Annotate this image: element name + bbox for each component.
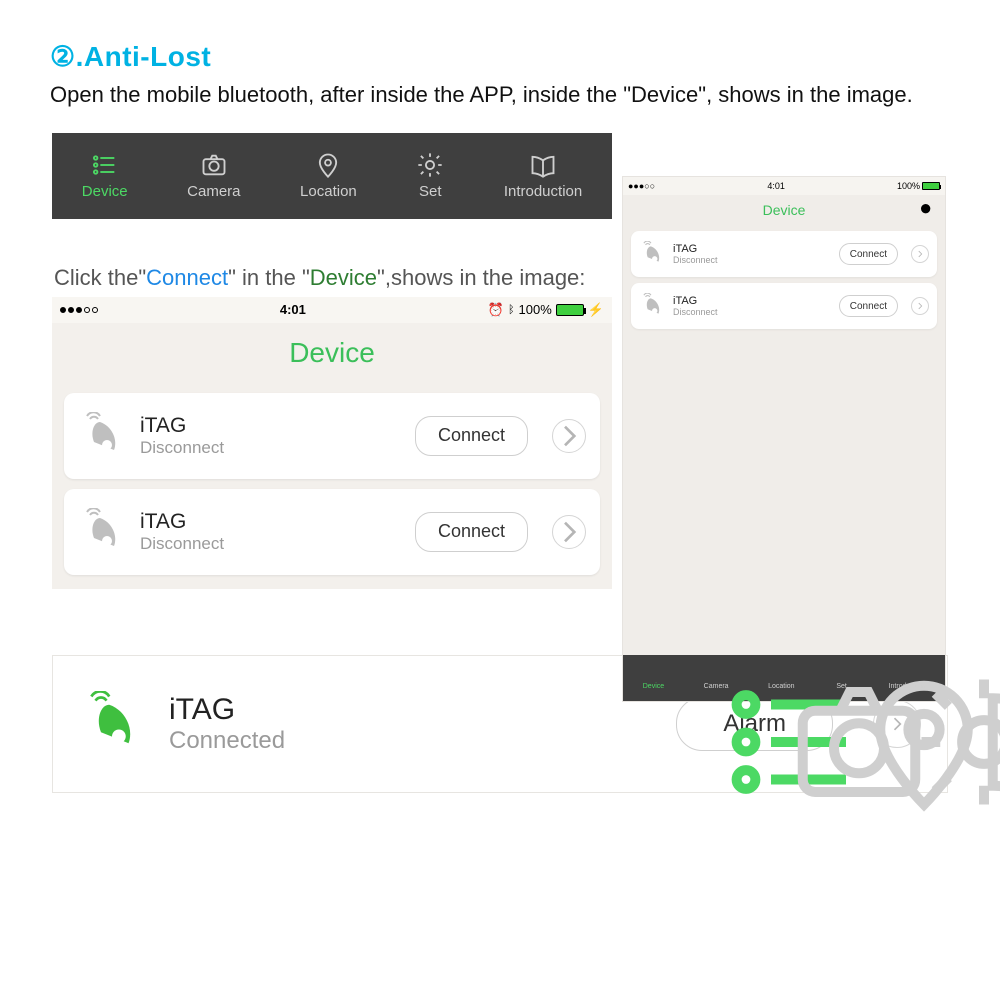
tab-bar: Device Camera Location Set Introduction: [52, 133, 612, 219]
device-card: iTAG Disconnect Connect: [631, 283, 937, 329]
tab-device[interactable]: Device: [82, 151, 128, 200]
highlight-device: Device: [310, 265, 377, 290]
section-heading: ②.Anti-Lost: [50, 40, 950, 73]
battery-pct: 100%: [519, 302, 552, 317]
tab-label: Device: [643, 683, 664, 690]
page-title: Device: [623, 195, 945, 225]
gear-icon: [416, 151, 444, 179]
alarm-icon: ⏰: [488, 302, 504, 318]
book-icon: [899, 667, 914, 682]
search-icon[interactable]: [919, 202, 935, 218]
tab-label: Camera: [187, 183, 240, 200]
connect-button[interactable]: Connect: [839, 243, 898, 265]
device-name: iTAG: [673, 295, 831, 307]
tab-label: Location: [300, 183, 357, 200]
status-time: 4:01: [767, 181, 785, 191]
camera-icon: [709, 667, 724, 682]
tab-label: Set: [836, 683, 847, 690]
book-icon: [529, 151, 557, 179]
charging-icon: ⚡: [588, 302, 604, 318]
status-time: 4:01: [280, 302, 306, 317]
tab-camera[interactable]: Camera: [704, 667, 729, 690]
status-bar: 4:01 ⏰ ᛒ 100% ⚡: [52, 297, 612, 323]
tab-label: Camera: [704, 683, 729, 690]
list-icon: [91, 151, 119, 179]
device-status: Disconnect: [140, 438, 401, 458]
status-bar: ●●●○○ 4:01 100%: [623, 177, 945, 195]
device-card: iTAG Disconnect Connect: [64, 489, 600, 575]
highlight-connect: Connect: [146, 265, 228, 290]
chevron-right-icon[interactable]: [911, 245, 929, 263]
tab-label: Introduction: [889, 683, 926, 690]
search-icon[interactable]: [568, 339, 594, 365]
list-icon: [646, 667, 661, 682]
tab-bar: Device Camera Location Set Introduction: [623, 655, 945, 701]
device-name: iTAG: [140, 510, 401, 534]
tab-camera[interactable]: Camera: [187, 151, 240, 200]
phone-preview: ●●●○○ 4:01 100% Device iTAG Disconnect C…: [622, 176, 946, 702]
bluetooth-icon: ᛒ: [508, 304, 515, 316]
connect-button[interactable]: Connect: [839, 295, 898, 317]
signal-icon: [60, 307, 98, 313]
battery-icon: [556, 304, 584, 316]
device-name: iTAG: [169, 693, 652, 727]
chevron-right-icon[interactable]: [911, 297, 929, 315]
device-panel: 4:01 ⏰ ᛒ 100% ⚡ Device iTAG Disconnect C…: [52, 297, 612, 589]
battery-icon: [922, 182, 940, 190]
gear-icon: [834, 667, 849, 682]
device-name: iTAG: [673, 243, 831, 255]
device-status: Disconnect: [140, 534, 401, 554]
pin-icon: [314, 151, 342, 179]
connect-button[interactable]: Connect: [415, 416, 528, 456]
tab-set[interactable]: Set: [416, 151, 444, 200]
tab-set[interactable]: Set: [834, 667, 849, 690]
device-name: iTAG: [140, 414, 401, 438]
tag-icon: [78, 412, 126, 460]
device-status: Disconnect: [673, 255, 831, 265]
tab-location[interactable]: Location: [300, 151, 357, 200]
tab-label: Introduction: [504, 183, 582, 200]
tab-introduction[interactable]: Introduction: [504, 151, 582, 200]
tag-icon: [639, 293, 665, 319]
pin-icon: [774, 667, 789, 682]
tab-introduction[interactable]: Introduction: [889, 667, 926, 690]
device-status: Disconnect: [673, 307, 831, 317]
connect-button[interactable]: Connect: [415, 512, 528, 552]
chevron-right-icon[interactable]: [552, 515, 586, 549]
tab-device[interactable]: Device: [643, 667, 664, 690]
tab-label: Location: [768, 683, 794, 690]
device-card: iTAG Disconnect Connect: [64, 393, 600, 479]
camera-icon: [200, 151, 228, 179]
tab-location[interactable]: Location: [768, 667, 794, 690]
section-body: Open the mobile bluetooth, after inside …: [50, 79, 950, 111]
device-card: iTAG Disconnect Connect: [631, 231, 937, 277]
tag-icon: [79, 691, 145, 757]
tag-icon: [639, 241, 665, 267]
battery-pct: 100%: [897, 181, 920, 191]
page-title: Device: [52, 323, 612, 383]
tab-label: Device: [82, 183, 128, 200]
device-status: Connected: [169, 727, 652, 755]
tab-label: Set: [419, 183, 442, 200]
tag-icon: [78, 508, 126, 556]
